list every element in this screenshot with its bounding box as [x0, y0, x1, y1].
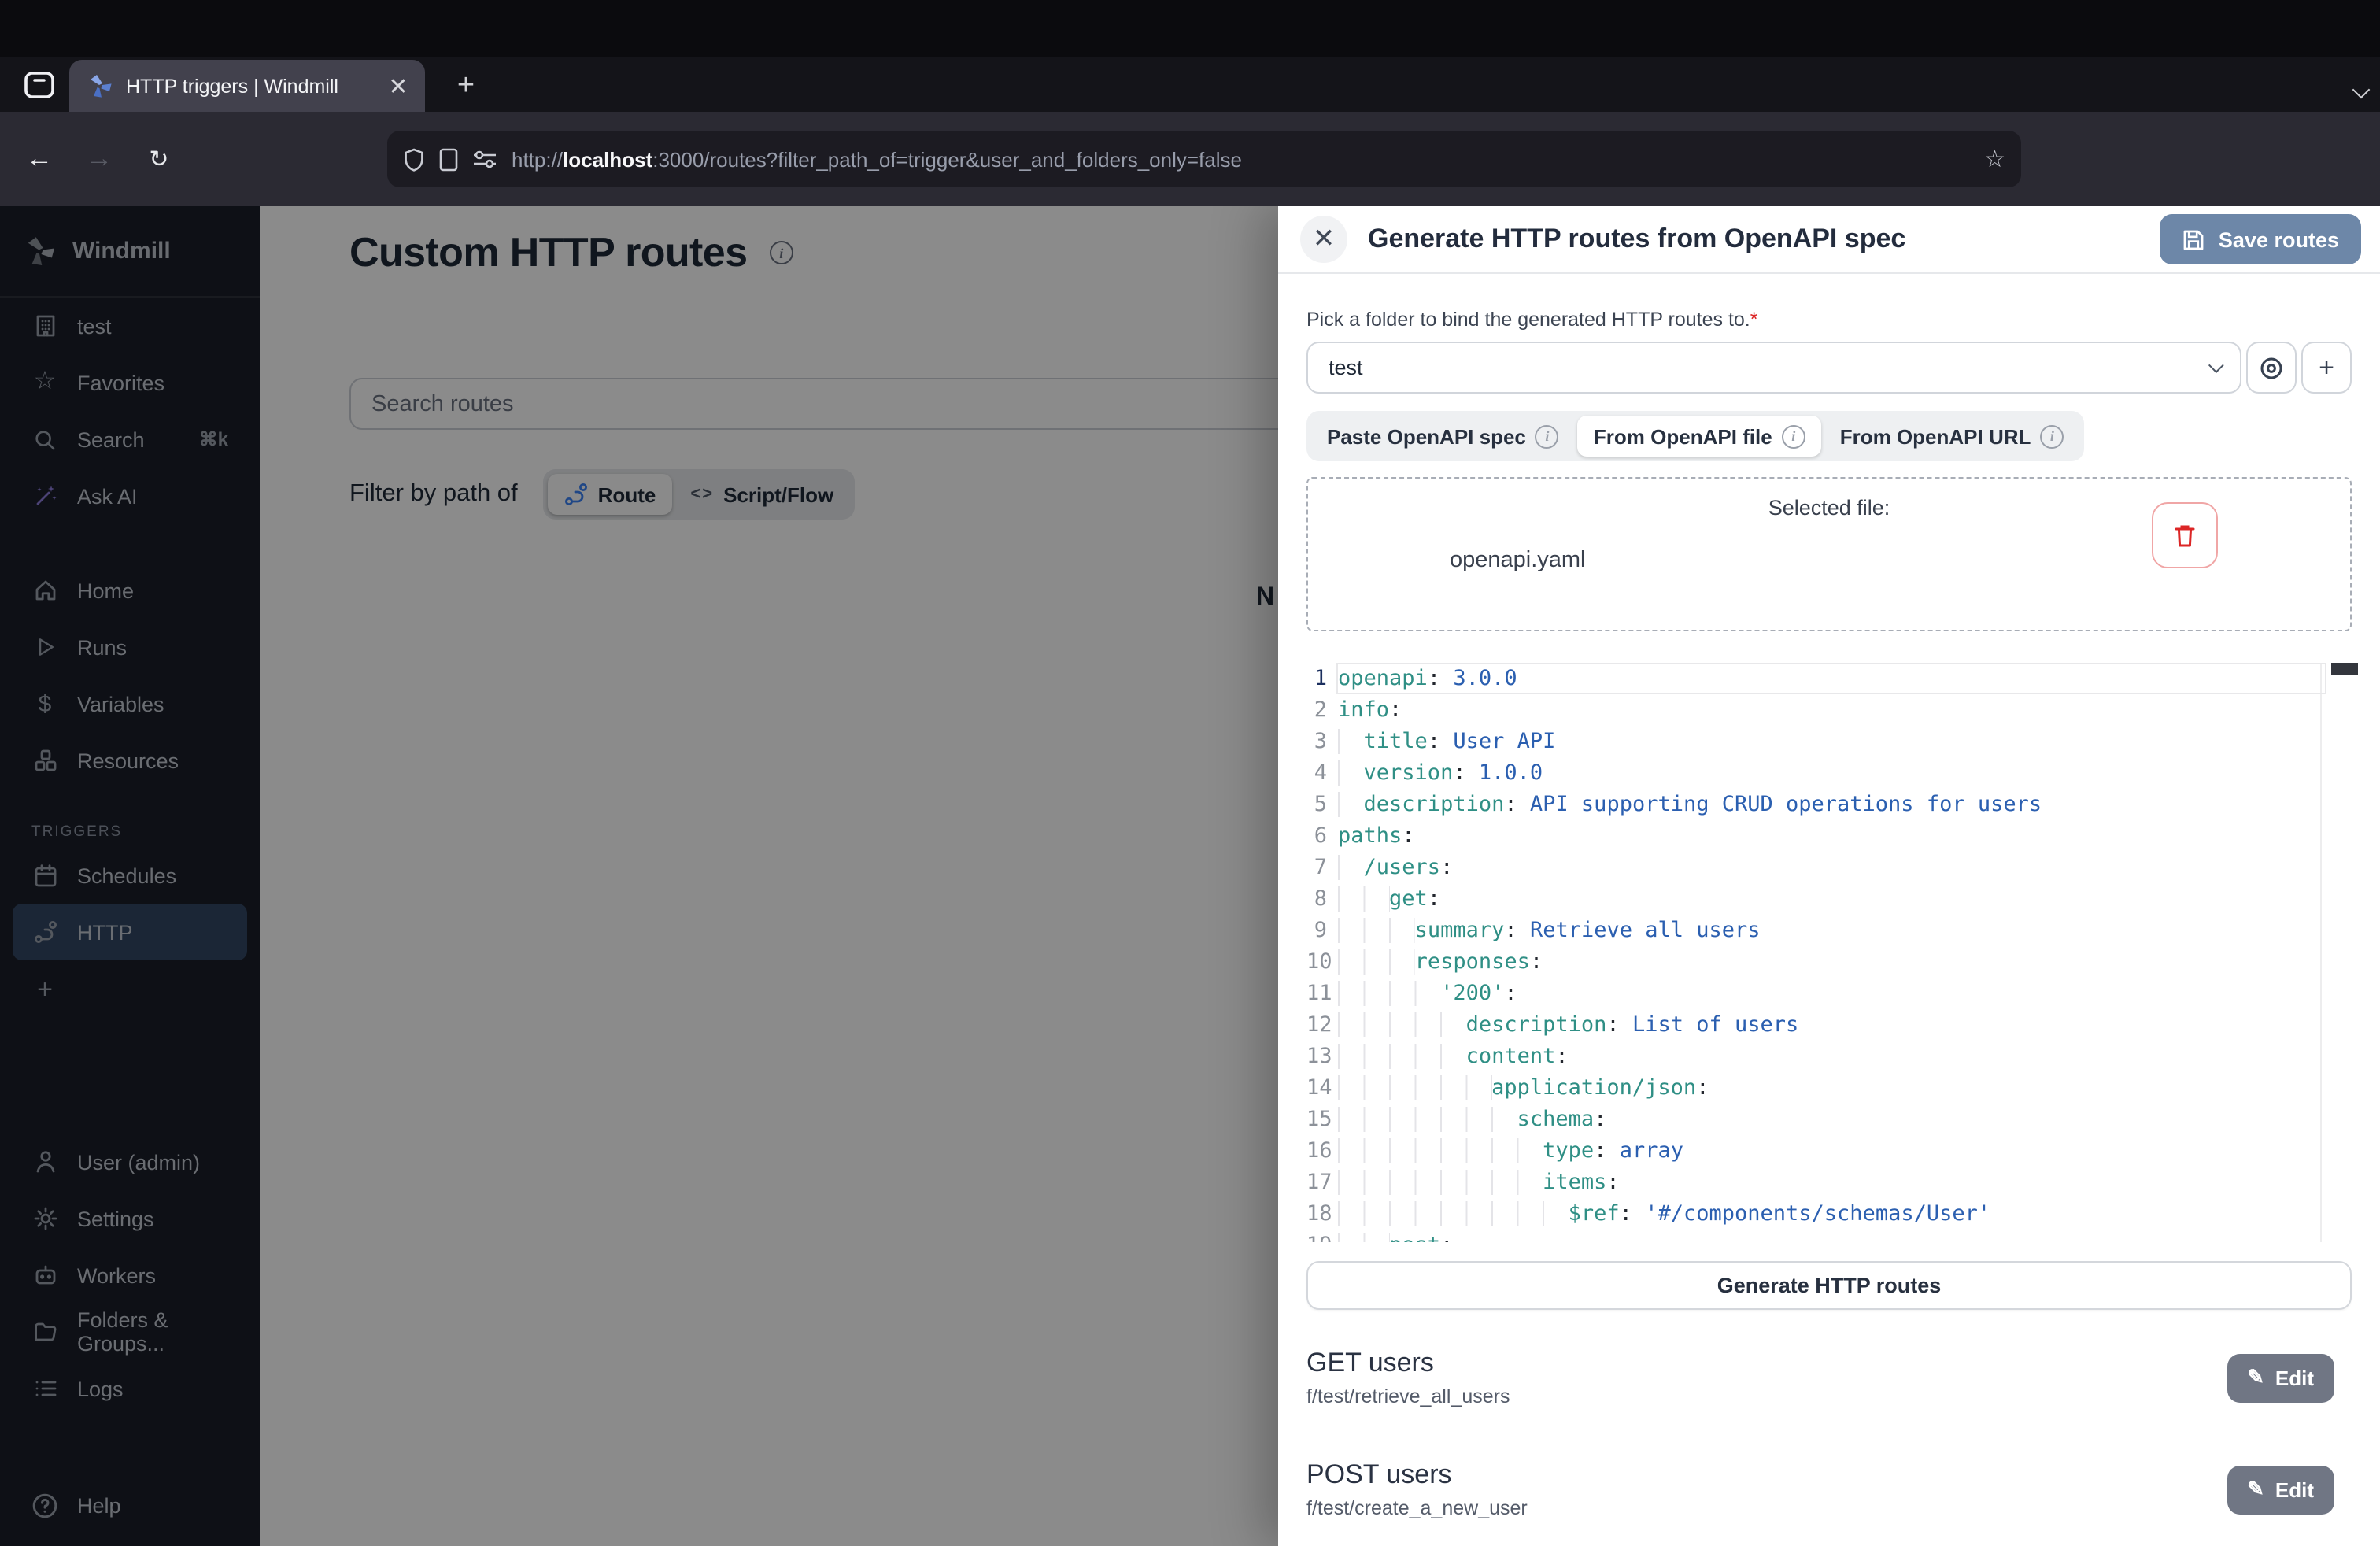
line-number: 7 [1306, 852, 1333, 883]
chevron-down-icon [2208, 357, 2224, 373]
browser-tab[interactable]: HTTP triggers | Windmill ✕ [69, 60, 425, 112]
line-number: 19 [1306, 1230, 1333, 1242]
code-line: 3 title: User API [1306, 726, 2358, 757]
bookmark-star-icon[interactable]: ☆ [1984, 145, 2005, 173]
browser-chrome: HTTP triggers | Windmill ✕ + ← → ↻ http:… [0, 0, 2380, 206]
line-number: 14 [1306, 1072, 1333, 1104]
drawer-title: Generate HTTP routes from OpenAPI spec [1368, 224, 1905, 255]
save-icon [2182, 227, 2206, 251]
code-line: 10 responses: [1306, 946, 2358, 978]
tab-from-openapi-url[interactable]: From OpenAPI URLi [1824, 416, 2080, 457]
line-number: 9 [1306, 915, 1333, 946]
windmill-favicon [88, 73, 113, 98]
line-number: 16 [1306, 1135, 1333, 1167]
route-name: POST users [1306, 1459, 1528, 1491]
permissions-icon[interactable] [472, 148, 497, 170]
code-line: 18 $ref: '#/components/schemas/User' [1306, 1198, 2358, 1230]
code-line: 8 get: [1306, 883, 2358, 915]
line-number: 6 [1306, 820, 1333, 852]
line-number: 15 [1306, 1104, 1333, 1135]
back-button[interactable]: ← [16, 143, 63, 175]
reload-button[interactable]: ↻ [135, 145, 183, 173]
shield-icon[interactable] [403, 147, 425, 171]
generated-route-row: POST users f/test/create_a_new_user ✎Edit [1306, 1459, 2334, 1519]
pencil-icon: ✎ [2247, 1365, 2264, 1390]
plus-icon: + [2319, 352, 2334, 383]
url-text[interactable]: http://localhost:3000/routes?filter_path… [512, 147, 1970, 171]
line-number: 13 [1306, 1041, 1333, 1072]
edit-button[interactable]: ✎Edit [2227, 1353, 2334, 1402]
tab-from-openapi-file[interactable]: From OpenAPI filei [1578, 416, 1821, 457]
code-line: 17 items: [1306, 1167, 2358, 1198]
code-line: 15 schema: [1306, 1104, 2358, 1135]
line-number: 1 [1306, 663, 1333, 694]
line-number: 11 [1306, 978, 1333, 1009]
info-icon[interactable]: i [1536, 424, 1559, 448]
route-path: f/test/create_a_new_user [1306, 1497, 1528, 1519]
file-dropzone[interactable]: Selected file: openapi.yaml [1306, 477, 2352, 631]
code-line: 7 /users: [1306, 852, 2358, 883]
tab-strip: HTTP triggers | Windmill ✕ + [0, 57, 2380, 112]
info-icon[interactable]: i [1782, 424, 1805, 448]
pencil-icon: ✎ [2247, 1477, 2264, 1502]
selected-file-name: openapi.yaml [1450, 548, 1586, 573]
line-number: 10 [1306, 946, 1333, 978]
source-tabs: Paste OpenAPI speciFrom OpenAPI fileiFro… [1306, 411, 2084, 461]
remove-file-button[interactable] [2152, 502, 2218, 568]
generate-routes-button[interactable]: Generate HTTP routes [1306, 1261, 2352, 1310]
code-line: 11 '200': [1306, 978, 2358, 1009]
screen: HTTP triggers | Windmill ✕ + ← → ↻ http:… [0, 0, 2380, 1546]
close-icon[interactable]: ✕ [1300, 216, 1347, 263]
tab-list-chevron-icon[interactable] [2355, 76, 2367, 104]
line-number: 2 [1306, 694, 1333, 726]
add-folder-button[interactable]: + [2301, 342, 2352, 394]
eye-icon [2259, 355, 2284, 380]
tab-title: HTTP triggers | Windmill [126, 75, 371, 97]
code-line: 4 version: 1.0.0 [1306, 757, 2358, 789]
line-number: 5 [1306, 789, 1333, 820]
edit-button[interactable]: ✎Edit [2227, 1465, 2334, 1514]
openapi-drawer: ✕ Generate HTTP routes from OpenAPI spec… [1278, 206, 2380, 1546]
view-folder-button[interactable] [2246, 342, 2297, 394]
line-number: 3 [1306, 726, 1333, 757]
new-tab-button[interactable]: + [447, 69, 485, 104]
line-number: 17 [1306, 1167, 1333, 1198]
code-line: 16 type: array [1306, 1135, 2358, 1167]
code-line: 6paths: [1306, 820, 2358, 852]
forward-button[interactable]: → [76, 143, 123, 175]
line-number: 4 [1306, 757, 1333, 789]
folder-field-label: Pick a folder to bind the generated HTTP… [1306, 309, 2352, 331]
code-line: 14 application/json: [1306, 1072, 2358, 1104]
folder-select[interactable]: test [1306, 342, 2241, 394]
line-number: 8 [1306, 883, 1333, 915]
trash-icon [2172, 522, 2197, 549]
tab-paste-openapi-spec[interactable]: Paste OpenAPI speci [1311, 416, 1575, 457]
line-number: 12 [1306, 1009, 1333, 1041]
code-line: 2info: [1306, 694, 2358, 726]
code-line: 19 post: [1306, 1230, 2358, 1242]
info-icon[interactable]: i [2040, 424, 2064, 448]
url-bar[interactable]: http://localhost:3000/routes?filter_path… [387, 131, 2021, 187]
save-routes-button[interactable]: Save routes [2160, 214, 2361, 264]
tab-close-icon[interactable]: ✕ [384, 72, 412, 100]
route-path: f/test/retrieve_all_users [1306, 1385, 1510, 1407]
code-line: 9 summary: Retrieve all users [1306, 915, 2358, 946]
firefox-view-icon[interactable] [19, 66, 60, 104]
code-line: 12 description: List of users [1306, 1009, 2358, 1041]
line-number: 18 [1306, 1198, 1333, 1230]
route-name: GET users [1306, 1348, 1510, 1379]
code-line: 13 content: [1306, 1041, 2358, 1072]
code-line: 1openapi: 3.0.0 [1306, 663, 2358, 694]
browser-navbar: ← → ↻ http://localhost:3000/routes?filte… [0, 112, 2380, 206]
code-line: 5 description: API supporting CRUD opera… [1306, 789, 2358, 820]
generated-route-row: GET users f/test/retrieve_all_users ✎Edit [1306, 1348, 2334, 1407]
page-info-icon[interactable] [439, 147, 458, 171]
code-editor[interactable]: 1openapi: 3.0.02info:3 title: User API4 … [1306, 663, 2358, 1242]
